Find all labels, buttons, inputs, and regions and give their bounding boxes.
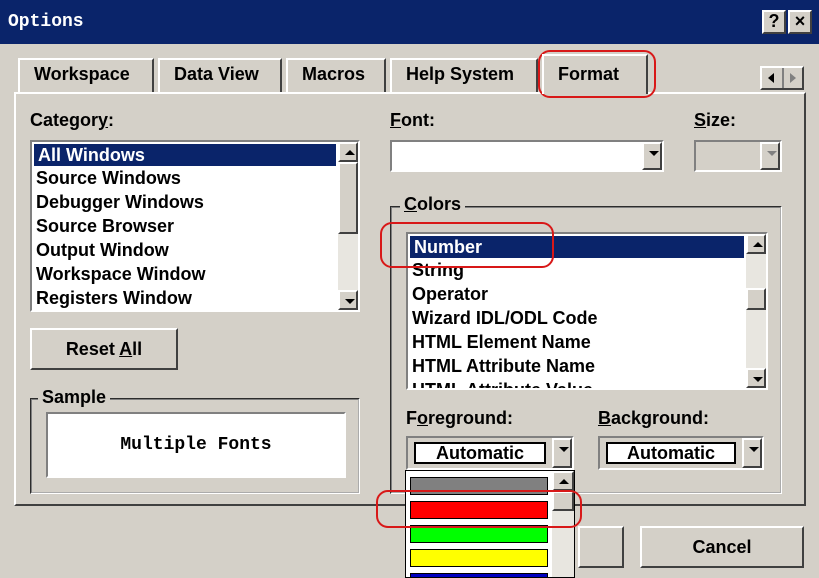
category-item[interactable]: All Windows bbox=[34, 144, 336, 166]
color-item[interactable]: Operator bbox=[408, 282, 746, 306]
reset-all-button[interactable]: Reset All bbox=[30, 328, 178, 370]
colors-label: Colors bbox=[400, 194, 466, 215]
size-combo[interactable] bbox=[694, 140, 782, 172]
cancel-button[interactable]: Cancel bbox=[640, 526, 804, 568]
chevron-down-icon bbox=[649, 151, 659, 156]
tab-workspace[interactable]: Workspace bbox=[18, 58, 154, 92]
ok-button[interactable] bbox=[578, 526, 624, 568]
font-label: Font: bbox=[390, 110, 435, 130]
scroll-up-button[interactable] bbox=[338, 142, 358, 162]
arrow-down-icon bbox=[753, 377, 763, 382]
arrow-up-icon bbox=[753, 242, 763, 247]
tab-macros[interactable]: Macros bbox=[286, 58, 386, 92]
chevron-down-icon bbox=[767, 151, 777, 156]
scroll-down-button[interactable] bbox=[338, 290, 358, 310]
chevron-down-icon bbox=[559, 447, 569, 452]
scroll-up-button[interactable] bbox=[552, 471, 574, 491]
color-item[interactable]: HTML Attribute Name bbox=[408, 354, 746, 378]
color-item[interactable]: HTML Attribute Value bbox=[408, 378, 746, 388]
size-dropdown-button[interactable] bbox=[760, 142, 780, 170]
foreground-label: Foreground: bbox=[406, 408, 513, 428]
tab-format[interactable]: Format bbox=[542, 54, 648, 94]
size-label: Size: bbox=[694, 110, 737, 130]
color-item[interactable]: Wizard IDL/ODL Code bbox=[408, 306, 746, 330]
category-item[interactable]: Source Windows bbox=[32, 166, 338, 190]
font-combo[interactable] bbox=[390, 140, 664, 172]
chevron-down-icon bbox=[749, 447, 759, 452]
title-bar: Options ? × bbox=[0, 0, 819, 44]
category-scrollbar[interactable] bbox=[338, 142, 358, 310]
background-combo[interactable]: Automatic bbox=[598, 436, 764, 470]
scroll-down-button[interactable] bbox=[746, 368, 766, 388]
sample-preview: Multiple Fonts bbox=[46, 412, 346, 478]
color-item[interactable]: HTML Element Name bbox=[408, 330, 746, 354]
arrow-down-icon bbox=[345, 299, 355, 304]
category-item[interactable]: Debugger Windows bbox=[32, 190, 338, 214]
arrow-up-icon bbox=[559, 479, 569, 484]
foreground-dropdown-button[interactable] bbox=[552, 438, 572, 468]
sample-label: Sample bbox=[38, 387, 111, 408]
category-item[interactable]: Workspace Window bbox=[32, 262, 338, 286]
tab-data-view[interactable]: Data View bbox=[158, 58, 282, 92]
window-title: Options bbox=[8, 12, 84, 32]
annotation-red-swatch bbox=[376, 490, 582, 528]
tab-scroller[interactable] bbox=[760, 66, 804, 90]
annotation-number-item bbox=[380, 222, 554, 268]
tab-help-system[interactable]: Help System bbox=[390, 58, 538, 92]
arrow-up-icon bbox=[345, 150, 355, 155]
background-label: Background: bbox=[598, 408, 710, 428]
category-label: Category: bbox=[30, 110, 115, 130]
category-item[interactable]: Source Browser bbox=[32, 214, 338, 238]
arrow-right-icon[interactable] bbox=[790, 73, 796, 83]
scroll-thumb[interactable] bbox=[746, 288, 766, 310]
close-button[interactable]: × bbox=[788, 10, 812, 34]
category-item[interactable]: Output Window bbox=[32, 238, 338, 262]
arrow-left-icon[interactable] bbox=[768, 73, 774, 83]
help-button[interactable]: ? bbox=[762, 10, 786, 34]
color-swatch-yellow[interactable] bbox=[410, 549, 548, 567]
foreground-value: Automatic bbox=[414, 442, 546, 464]
category-list[interactable]: All Windows Source Windows Debugger Wind… bbox=[30, 140, 360, 312]
category-item[interactable]: Registers Window bbox=[32, 286, 338, 310]
font-dropdown-button[interactable] bbox=[642, 142, 662, 170]
foreground-combo[interactable]: Automatic bbox=[406, 436, 574, 470]
background-dropdown-button[interactable] bbox=[742, 438, 762, 468]
color-swatch-blue[interactable] bbox=[410, 573, 548, 577]
scroll-up-button[interactable] bbox=[746, 234, 766, 254]
background-value: Automatic bbox=[606, 442, 736, 464]
colors-scrollbar[interactable] bbox=[746, 234, 766, 388]
scroll-thumb[interactable] bbox=[338, 162, 358, 234]
